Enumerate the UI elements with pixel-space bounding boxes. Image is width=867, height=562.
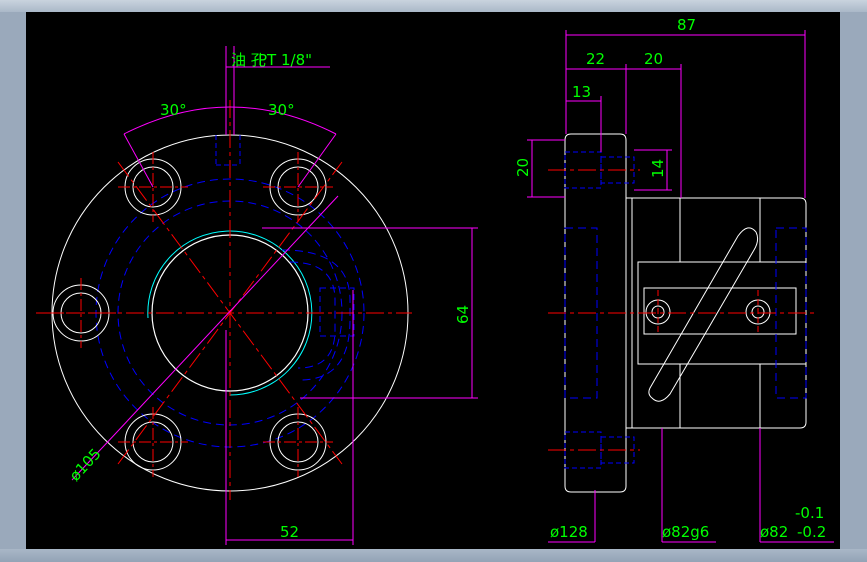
return-block-hidden bbox=[319, 287, 355, 337]
return-clamp bbox=[643, 287, 797, 335]
height-dim-label: 64 bbox=[454, 305, 472, 324]
hole-dia-label: 14 bbox=[649, 159, 667, 178]
tol-dia-label: ø82 bbox=[760, 523, 788, 541]
angle-ext-left bbox=[123, 133, 154, 188]
cad-drawing: 油 孔 PT 1/8" 30° 30° 64 ø105 52 87 22 20 … bbox=[36, 16, 834, 545]
tol-lower-label: -0.2 bbox=[797, 523, 826, 541]
angle-right-label: 30° bbox=[268, 101, 295, 119]
width-dim-label: 52 bbox=[280, 523, 299, 541]
side-view bbox=[527, 30, 834, 543]
tol-upper-label: -0.1 bbox=[795, 504, 824, 522]
flange-thickness-label: 22 bbox=[586, 50, 605, 68]
front-view bbox=[36, 46, 478, 545]
angle-left-label: 30° bbox=[160, 101, 187, 119]
flange-dia-label: ø128 bbox=[550, 523, 588, 541]
return-tube bbox=[648, 227, 759, 402]
bolt-hole-bottom-left bbox=[118, 407, 188, 477]
bolt-hole-bottom-right bbox=[263, 407, 333, 477]
counterbore-dia-label: 20 bbox=[514, 158, 532, 177]
return-tube-hidden-2 bbox=[289, 261, 336, 369]
counterbore-depth-label: 13 bbox=[572, 83, 591, 101]
oil-hole-spec: PT 1/8" bbox=[258, 51, 312, 69]
angle-ext-right bbox=[297, 133, 337, 188]
total-length-label: 87 bbox=[677, 16, 696, 34]
offset-dim-label: 20 bbox=[644, 50, 663, 68]
body-dia-label: ø82g6 bbox=[662, 523, 709, 541]
